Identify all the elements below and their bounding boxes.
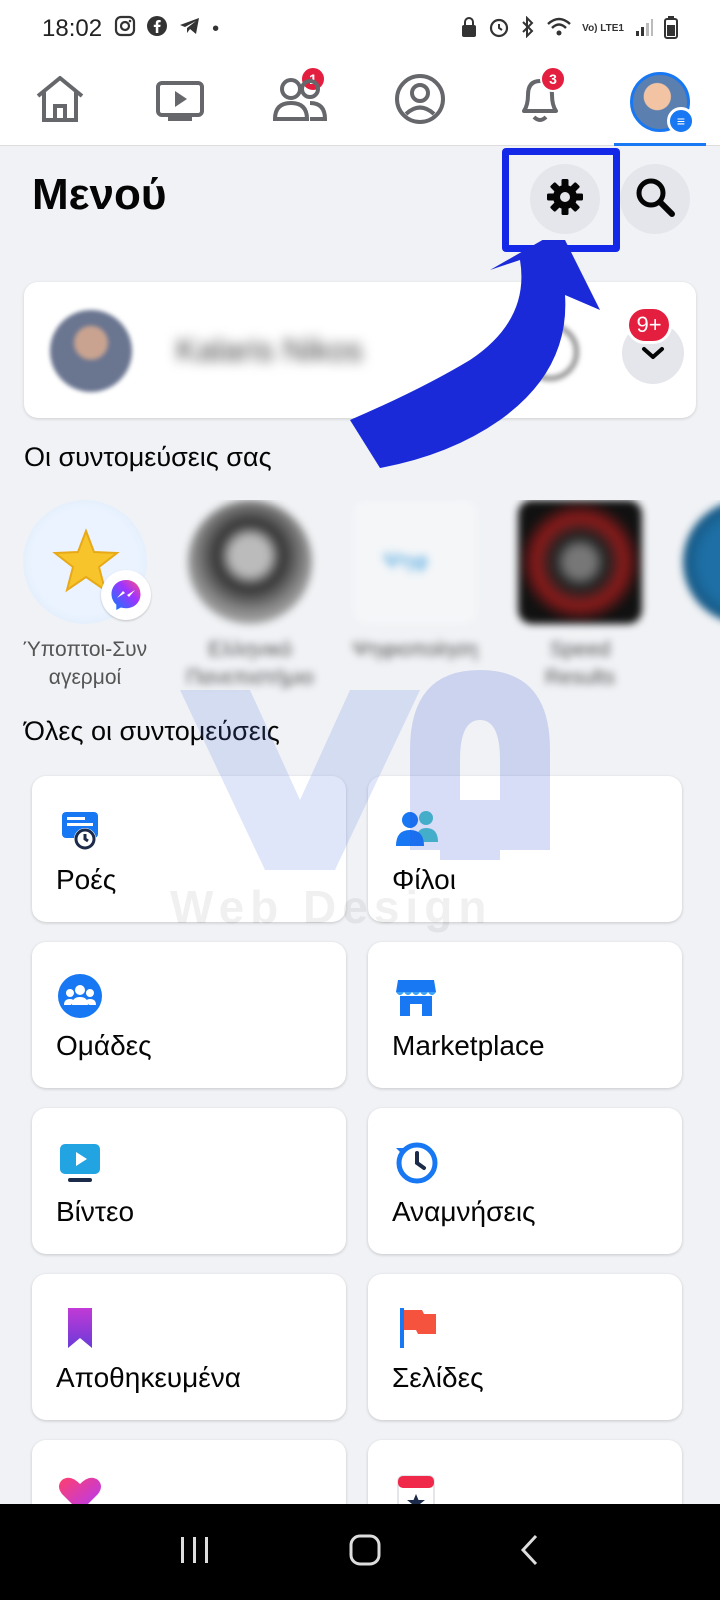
profile-notification-badge: 9+ bbox=[626, 306, 672, 344]
android-nav-bar bbox=[0, 1504, 720, 1600]
dot-icon: • bbox=[212, 17, 220, 40]
switch-profile-icon[interactable] bbox=[522, 324, 578, 380]
shortcut-image bbox=[518, 500, 642, 624]
tile-marketplace[interactable]: Marketplace bbox=[368, 942, 682, 1088]
bluetooth-icon bbox=[520, 15, 536, 43]
alarm-icon bbox=[488, 16, 510, 43]
video-icon bbox=[56, 1138, 104, 1186]
shortcut-image bbox=[683, 500, 720, 624]
tile-label: Αποθηκευμένα bbox=[56, 1362, 241, 1393]
shortcut-item[interactable]: Ψηφ Ψηφιοποίηση bbox=[350, 500, 480, 664]
signal-icon bbox=[634, 17, 654, 42]
lock-icon bbox=[460, 16, 478, 43]
telegram-icon bbox=[178, 15, 202, 43]
shortcut-item[interactable] bbox=[680, 500, 720, 624]
shortcut-item[interactable]: Speed Results bbox=[515, 500, 645, 692]
tile-friends[interactable]: Φίλοι bbox=[368, 776, 682, 922]
home-icon bbox=[34, 74, 86, 129]
profile-name: Kalaris Nikos bbox=[176, 332, 363, 368]
nav-notifications[interactable]: 3 bbox=[480, 58, 600, 145]
profile-avatar bbox=[50, 310, 132, 392]
all-shortcuts-title: Όλες οι συντομεύσεις bbox=[24, 716, 280, 746]
tile-groups[interactable]: Ομάδες bbox=[32, 942, 346, 1088]
nav-watch[interactable]: 1 bbox=[120, 58, 326, 145]
network-type-label: Vo) LTE1 bbox=[582, 23, 624, 34]
search-button[interactable] bbox=[620, 164, 690, 234]
tile-saved[interactable]: Αποθηκευμένα bbox=[32, 1274, 346, 1420]
chevron-down-icon bbox=[640, 341, 666, 366]
top-nav: 1 3 ≡ bbox=[0, 58, 720, 146]
shortcuts-title: Οι συντομεύσεις σας bbox=[24, 442, 272, 472]
tile-label: Ροές bbox=[56, 864, 117, 895]
recent-apps-button[interactable] bbox=[178, 1535, 212, 1570]
messenger-icon bbox=[101, 570, 151, 620]
shortcut-label: Ψηφιοποίηση bbox=[352, 638, 478, 661]
shortcut-label: Ύποπτοι-Συν αγερμοί bbox=[22, 638, 148, 689]
marketplace-icon bbox=[392, 972, 440, 1020]
settings-highlight-box bbox=[502, 148, 620, 252]
profile-card[interactable]: Kalaris Nikos bbox=[24, 282, 696, 418]
tile-memories[interactable]: Αναμνήσεις bbox=[368, 1108, 682, 1254]
pages-icon bbox=[392, 1304, 440, 1352]
home-button[interactable] bbox=[348, 1533, 382, 1572]
tile-label: Marketplace bbox=[392, 1030, 545, 1061]
status-time: 18:02 bbox=[42, 15, 103, 42]
nav-profile[interactable] bbox=[360, 58, 480, 145]
menu-avatar: ≡ bbox=[630, 71, 695, 135]
shortcut-item[interactable]: Ύποπτοι-Συν αγερμοί bbox=[20, 500, 151, 692]
friends-icon bbox=[392, 806, 440, 854]
menu-lines-icon: ≡ bbox=[667, 106, 695, 135]
shortcut-label: Ελληνικό Πανεπιστήμιο bbox=[186, 638, 314, 689]
shortcuts-row: Ύποπτοι-Συν αγερμοί Ελληνικό Πανεπιστήμι… bbox=[20, 500, 720, 700]
watch-icon bbox=[154, 75, 206, 128]
tile-label: Βίντεο bbox=[56, 1196, 135, 1227]
profile-icon bbox=[394, 73, 446, 130]
facebook-icon bbox=[146, 15, 168, 43]
nav-menu[interactable]: ≡ bbox=[600, 58, 720, 146]
search-icon bbox=[634, 176, 676, 223]
tile-label: Αναμνήσεις bbox=[392, 1196, 536, 1227]
notifications-badge: 3 bbox=[540, 66, 566, 92]
tile-label: Σελίδες bbox=[392, 1362, 484, 1393]
battery-icon bbox=[664, 15, 678, 44]
shortcut-item[interactable]: Ελληνικό Πανεπιστήμιο bbox=[185, 500, 315, 692]
back-button[interactable] bbox=[518, 1533, 542, 1572]
shortcut-image bbox=[23, 500, 151, 624]
nav-home[interactable] bbox=[0, 58, 120, 145]
shortcut-image bbox=[188, 500, 312, 624]
memories-icon bbox=[392, 1138, 440, 1186]
tile-label: Ομάδες bbox=[56, 1030, 152, 1061]
groups-icon bbox=[56, 972, 104, 1020]
page-title: Μενού bbox=[32, 170, 167, 219]
status-bar: 18:02 • Vo) LTE1 bbox=[0, 0, 720, 58]
tile-pages[interactable]: Σελίδες bbox=[368, 1274, 682, 1420]
tile-video[interactable]: Βίντεο bbox=[32, 1108, 346, 1254]
feeds-icon bbox=[56, 806, 104, 854]
instagram-icon bbox=[114, 15, 136, 43]
shortcut-label: Speed Results bbox=[544, 638, 616, 689]
tile-label: Φίλοι bbox=[392, 864, 456, 895]
shortcut-image: Ψηφ bbox=[353, 500, 477, 624]
tile-feeds[interactable]: Ροές bbox=[32, 776, 346, 922]
saved-icon bbox=[56, 1304, 104, 1352]
wifi-icon bbox=[546, 16, 572, 43]
friends-icon bbox=[272, 75, 328, 128]
nav-friends[interactable] bbox=[240, 58, 360, 145]
